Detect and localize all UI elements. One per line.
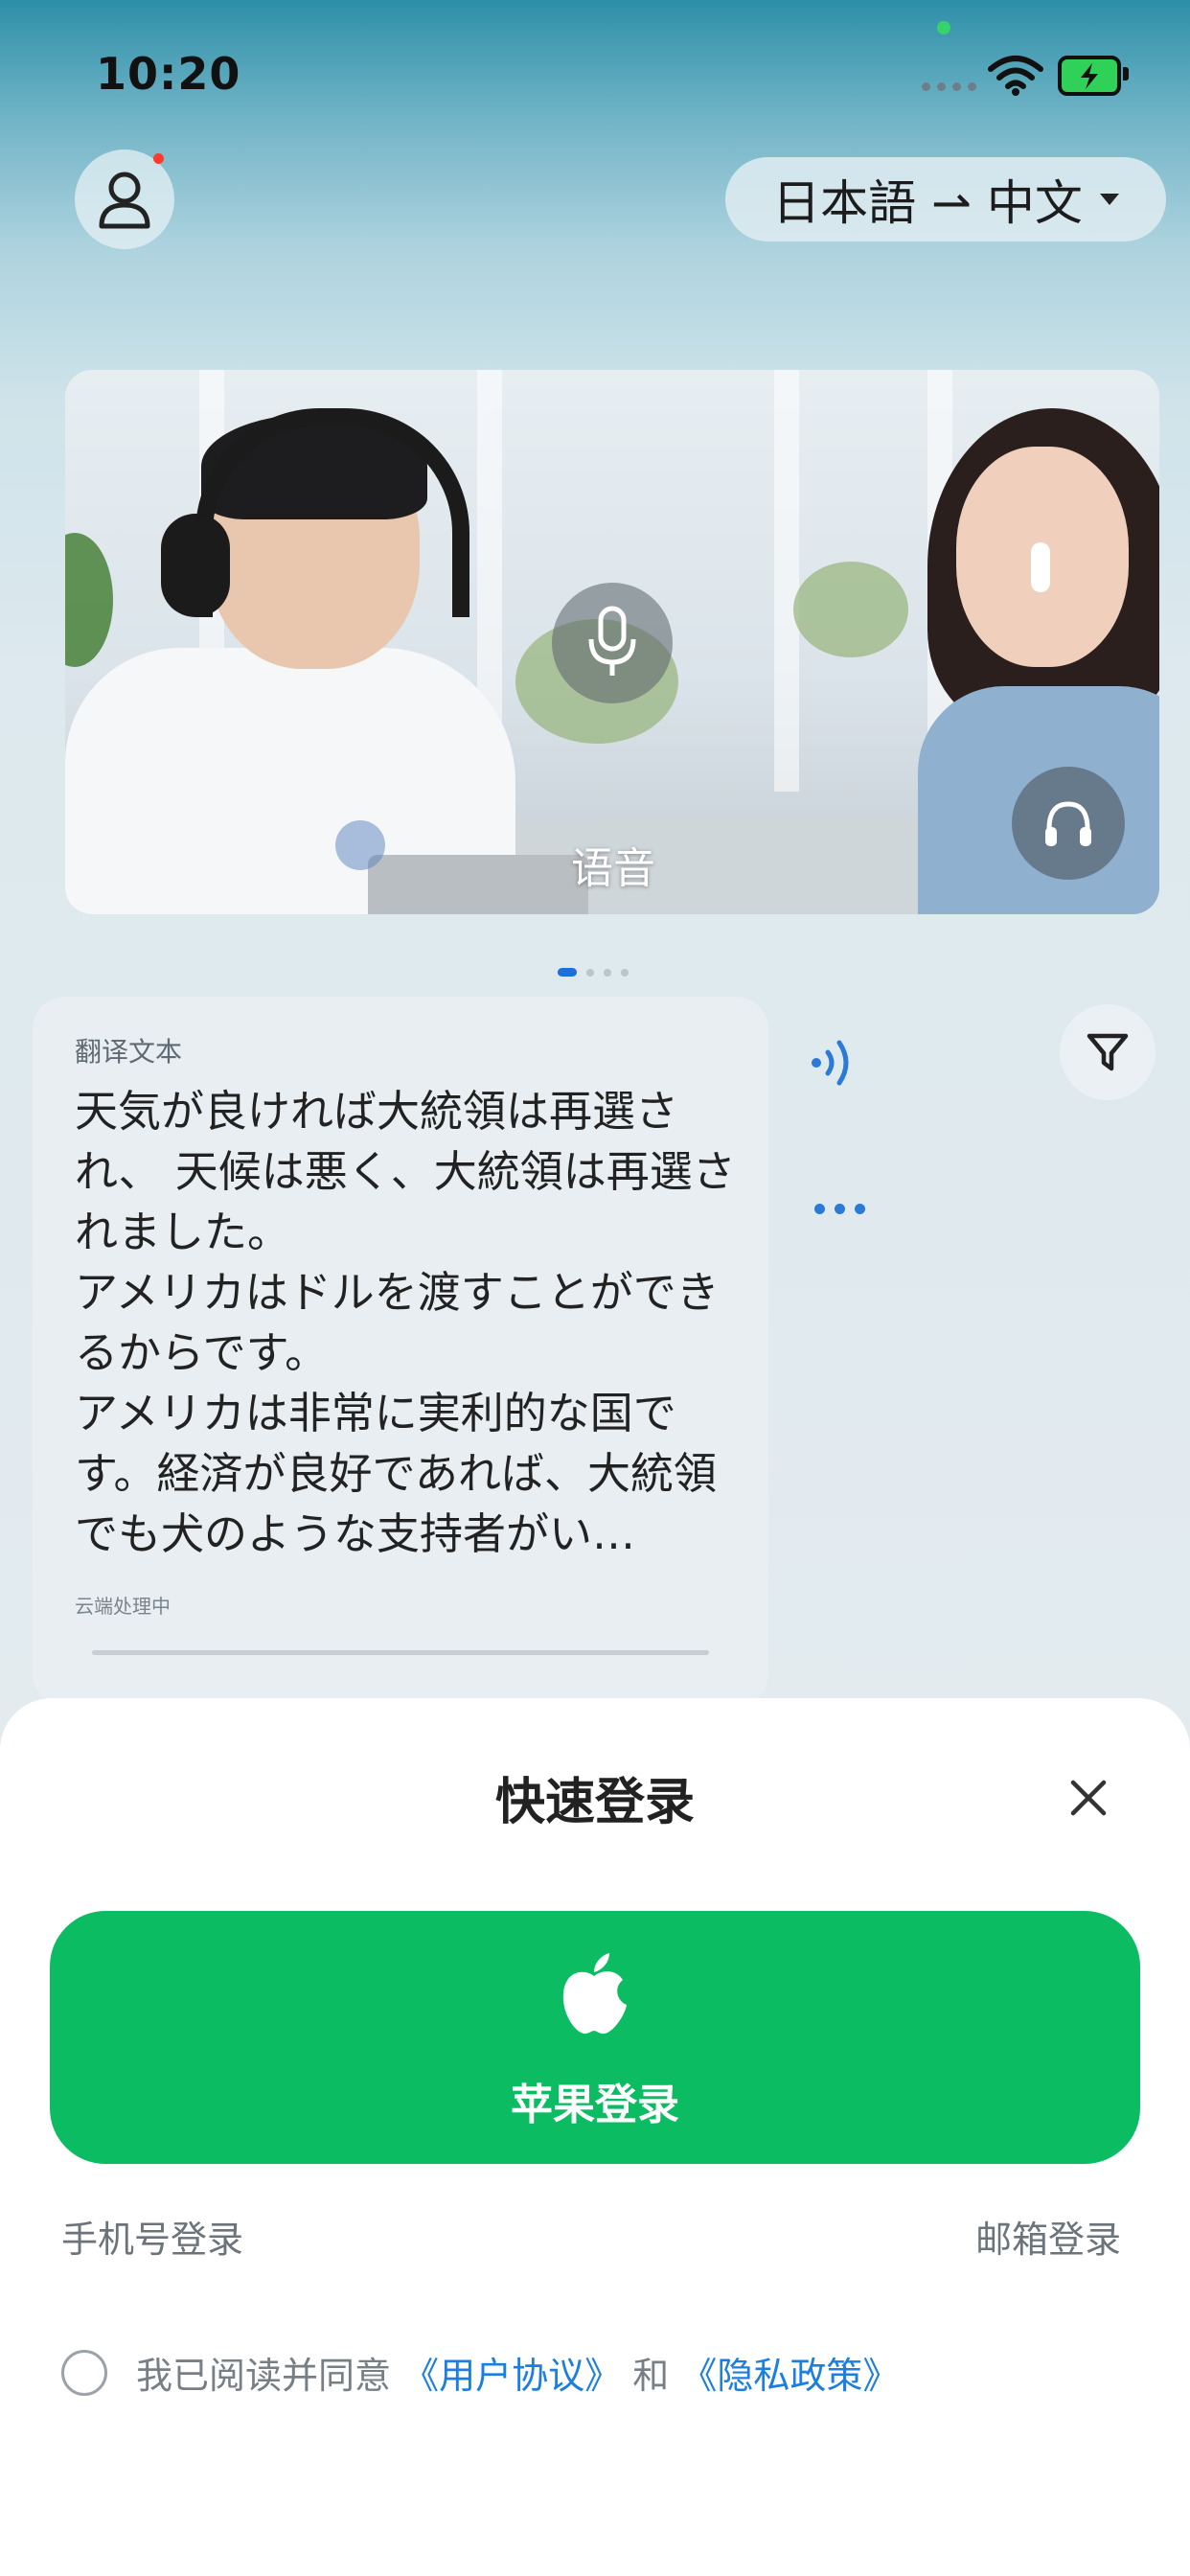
status-time: 10:20: [96, 48, 241, 100]
speaker-icon[interactable]: [811, 1029, 864, 1096]
notification-dot: [153, 153, 164, 164]
translation-text-body: 天気が良ければ大統領は再選され、 天候は悪く、大統領は再選されました。 アメリカ…: [75, 1086, 736, 1559]
battery-cap: [1123, 67, 1129, 80]
headset-button[interactable]: [1012, 767, 1125, 880]
filter-button[interactable]: [1060, 1004, 1156, 1100]
more-icon[interactable]: [814, 1204, 865, 1214]
email-login-link[interactable]: 邮箱登录: [975, 2210, 1121, 2263]
privacy-policy-link[interactable]: 《隐私政策》: [680, 2355, 899, 2397]
microphone-button[interactable]: [552, 583, 673, 703]
carousel-dots[interactable]: [558, 968, 629, 977]
profile-button[interactable]: [75, 150, 174, 249]
headset-icon: [1045, 801, 1091, 846]
chevron-down-icon: [1099, 194, 1119, 205]
agreement-text: 我已阅读并同意 《用户协议》 和 《隐私政策》: [136, 2346, 899, 2399]
agree-prefix: 我已阅读并同意: [136, 2355, 392, 2397]
agree-and: 和: [632, 2355, 670, 2397]
wifi-icon: [988, 56, 1043, 96]
banner-label: 语音: [571, 844, 655, 893]
translation-text: 天気が良ければ大統領は再選され、 天候は悪く、大統領は再選されました。 アメリカ…: [75, 1081, 736, 1564]
language-selector[interactable]: 日本語 ⇀ 中文: [725, 157, 1166, 242]
user-agreement-link[interactable]: 《用户协议》: [402, 2355, 621, 2397]
camera-indicator: [937, 21, 950, 34]
sheet-title: 快速登录: [494, 1774, 695, 1831]
language-pair-label: 日本語 ⇀ 中文: [772, 175, 1083, 231]
translation-label: 翻译文本: [75, 1036, 183, 1068]
close-icon: [1070, 1780, 1107, 1816]
processing-progress: [92, 1650, 709, 1655]
agree-checkbox[interactable]: [61, 2350, 107, 2396]
apple-icon: [562, 1953, 627, 2035]
processing-status: 云端处理中: [75, 1595, 171, 1618]
battery-icon: [1058, 56, 1121, 96]
cellular-signal-icon: [922, 82, 976, 91]
filter-icon: [1087, 1033, 1129, 1071]
user-icon: [99, 172, 150, 229]
avatar-badge-icon: [335, 820, 385, 870]
microphone-icon: [588, 606, 636, 676]
apple-login-label: 苹果登录: [511, 2081, 679, 2129]
close-button[interactable]: [1062, 1771, 1115, 1825]
phone-login-link[interactable]: 手机号登录: [61, 2210, 243, 2263]
